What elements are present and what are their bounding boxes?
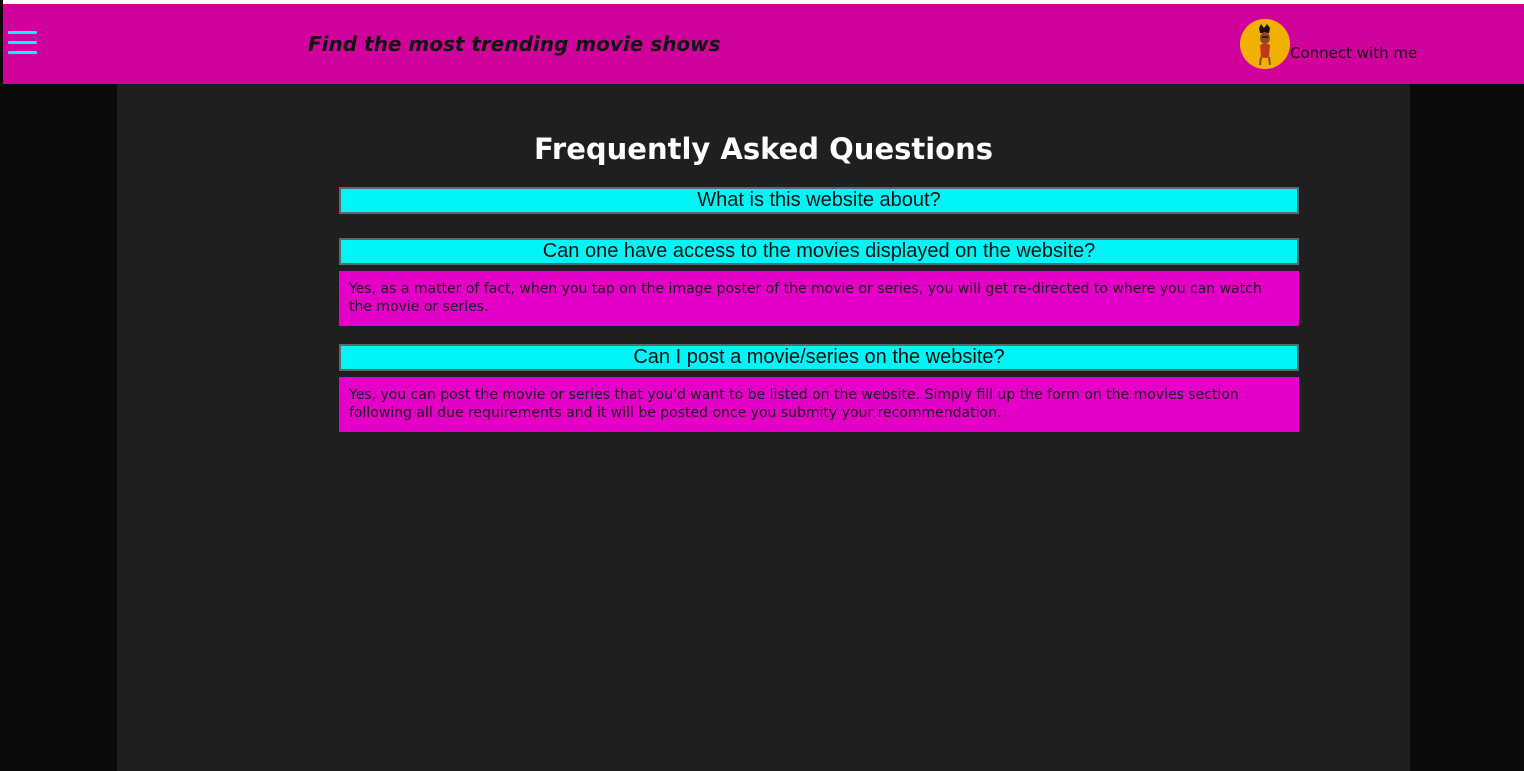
avatar[interactable]: [1240, 19, 1290, 69]
hamburger-menu-icon[interactable]: [8, 31, 37, 58]
faq-answer-2: Yes, as a matter of fact, when you tap o…: [339, 271, 1299, 326]
right-sidebar-panel: [1410, 84, 1524, 771]
faq-heading: Frequently Asked Questions: [533, 132, 994, 166]
connect-with-me-link[interactable]: Connect with me: [1290, 44, 1417, 62]
left-sidebar-panel: [3, 84, 117, 771]
faq-question-2[interactable]: Can one have access to the movies displa…: [339, 238, 1299, 265]
top-header: Find the most trending movie shows Conne…: [3, 4, 1524, 84]
faq-question-1[interactable]: What is this website about?: [339, 187, 1299, 214]
site-tagline: Find the most trending movie shows: [308, 32, 721, 56]
faq-question-3[interactable]: Can I post a movie/series on the website…: [339, 344, 1299, 371]
faq-answer-3: Yes, you can post the movie or series th…: [339, 377, 1299, 432]
